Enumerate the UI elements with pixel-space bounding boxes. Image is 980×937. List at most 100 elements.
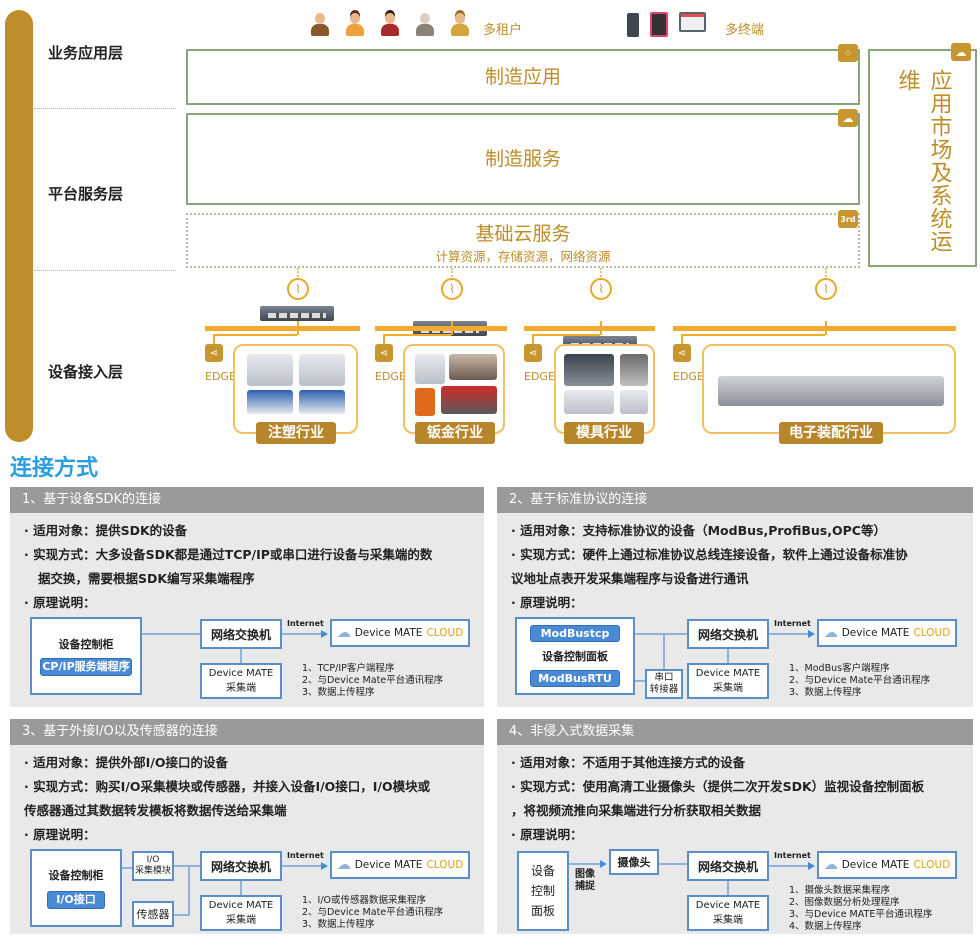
note-item: 2、图像数据分析处理程序 [789, 897, 900, 908]
connector-line [451, 321, 453, 335]
internet-label: Internet [287, 851, 324, 860]
machine-image [415, 354, 445, 384]
capture-line-1: 图像 [575, 869, 595, 880]
cloud-suffix: CLOUD [913, 627, 951, 639]
edge-label: EDGE [524, 370, 555, 383]
bus-line [205, 326, 360, 331]
device-cabinet-label: 设备控制柜 [58, 638, 114, 651]
serial-adapter-line-1: 串口 [654, 672, 674, 683]
arrow-right-icon [600, 860, 607, 868]
market-ops-title: 应用市场及系统运维 [894, 69, 952, 253]
mobile-phone-icon [627, 13, 639, 37]
connector-line [681, 334, 683, 344]
modbus-rtu-pill: ModBusRTU [530, 670, 620, 687]
device-panel-line: 面板 [530, 904, 555, 918]
panel-line: · 适用对象：支持标准协议的设备（ModBus,ProfiBus,OPC等） [511, 523, 886, 538]
cloud-suffix: CLOUD [426, 627, 464, 639]
io-module-line-2: 采集模块 [134, 866, 171, 876]
cloud-icon: ☁ [336, 857, 351, 873]
serial-adapter-line-2: 转接器 [649, 684, 679, 695]
cloud-icon: ☁ [951, 43, 971, 61]
industry-box-electronics [702, 344, 956, 434]
connector-line [825, 321, 827, 335]
industry-label: 模具行业 [564, 422, 644, 444]
collector-line-1: Device MATE [695, 668, 761, 679]
note-item: 3、数据上传程序 [302, 687, 375, 698]
network-switch-box: 网络交换机 [687, 851, 769, 881]
io-module-line-1: I/O [146, 855, 160, 865]
industry-box-injection [233, 344, 358, 434]
network-link-icon: ⌇ [287, 278, 309, 300]
industry-label: 注塑行业 [256, 422, 336, 444]
manufacturing-app-box: 制造应用 [186, 49, 860, 105]
connector-line [769, 865, 809, 867]
edge-share-icon: ⋖ [673, 344, 691, 362]
panel-line: 议地址点表开发采集端程序与设备进行通讯 [511, 571, 749, 586]
arrow-right-icon [321, 862, 328, 870]
tenant-icons [310, 12, 470, 36]
panel-line: · 实现方式：使用高清工业摄像头（提供二次开发SDK）监视设备控制面板 [511, 779, 925, 794]
apps-grid-icon: ⁘ [838, 44, 858, 62]
manufacturing-app-title: 制造应用 [484, 66, 561, 88]
network-link-icon: ⌇ [441, 278, 463, 300]
collector-line-1: Device MATE [208, 900, 274, 911]
device-panel-line: 控制 [530, 884, 555, 898]
note-item: 3、与Device MATE平台通讯程序 [789, 909, 933, 920]
terminals-label: 多终端 [725, 23, 765, 38]
connector-line [142, 633, 200, 635]
io-interface-pill: I/O接口 [47, 891, 105, 909]
cloud-prefix: Device MATE [841, 627, 910, 639]
industry-box-mold [554, 344, 655, 434]
sensor-box: 传感器 [132, 901, 174, 927]
machine-image [415, 388, 435, 416]
machine-image [620, 354, 648, 386]
panel-line: · 实现方式：大多设备SDK都是通过TCP/IP或串口进行设备与采集端的数 [24, 547, 433, 562]
cloud-icon: ☁ [823, 625, 838, 641]
connector-line [769, 633, 809, 635]
collector-box: Device MATE 采集端 [687, 663, 769, 699]
connector-line [532, 334, 534, 344]
internet-label: Internet [287, 619, 324, 628]
edge-label: EDGE [205, 370, 236, 383]
camera-box: 摄像头 [609, 849, 659, 875]
panel-line: · 原理说明： [24, 827, 96, 842]
tcp-server-pill: CP/IP服务端程序 [40, 658, 132, 676]
machine-image [299, 354, 345, 386]
cloud-icon: ☁ [336, 625, 351, 641]
network-switch-icon [260, 306, 334, 321]
internet-label: Internet [774, 619, 811, 628]
panel-line: 据交换，需要根据SDK编写采集端程序 [38, 571, 255, 586]
connector-line [240, 881, 242, 895]
bus-line [524, 326, 655, 331]
connector-line [727, 649, 729, 663]
arrow-right-icon [808, 630, 815, 638]
third-party-icon: 3rd [838, 210, 858, 228]
cloud-icon: ☁ [838, 109, 858, 127]
device-panel-box: 设备 控制 面板 [517, 851, 569, 931]
device-mate-cloud-box: ☁ Device MATE CLOUD [330, 619, 470, 647]
connection-panel-protocol: 2、基于标准协议的连接 · 适用对象：支持标准协议的设备（ModBus,Prof… [497, 487, 973, 707]
connector-line [532, 334, 600, 336]
note-item: 1、摄像头数据采集程序 [789, 885, 891, 896]
industry-label: 电子装配行业 [779, 422, 883, 444]
brand-vertical-bar: TRU Technology [5, 10, 33, 442]
cloud-suffix: CLOUD [913, 859, 951, 871]
connector-line [282, 633, 322, 635]
collector-box: Device MATE 采集端 [200, 663, 282, 699]
collector-line-2: 采集端 [713, 683, 743, 694]
edge-label: EDGE [673, 370, 704, 383]
note-item: 1、I/O或传感器数据采集程序 [302, 895, 427, 906]
market-ops-box: 应用市场及系统运维 [868, 49, 977, 267]
machine-image [247, 354, 293, 386]
note-item: 1、ModBus客户端程序 [789, 663, 890, 674]
manufacturing-service-title: 制造服务 [484, 148, 561, 170]
modbus-tcp-pill: ModBustcp [530, 625, 620, 642]
connector-line [188, 865, 190, 915]
program-notes: 1、ModBus客户端程序 2、与Device Mate平台通讯程序 3、数据上… [789, 663, 930, 699]
device-mate-cloud-box: ☁ Device MATE CLOUD [817, 851, 957, 879]
connection-panel-sdk: 1、基于设备SDK的连接 · 适用对象：提供SDK的设备 · 实现方式：大多设备… [10, 487, 484, 707]
person-icon [380, 12, 400, 36]
edge-share-icon: ⋖ [375, 344, 393, 362]
layer-separator [34, 108, 176, 109]
connector-line [282, 865, 322, 867]
